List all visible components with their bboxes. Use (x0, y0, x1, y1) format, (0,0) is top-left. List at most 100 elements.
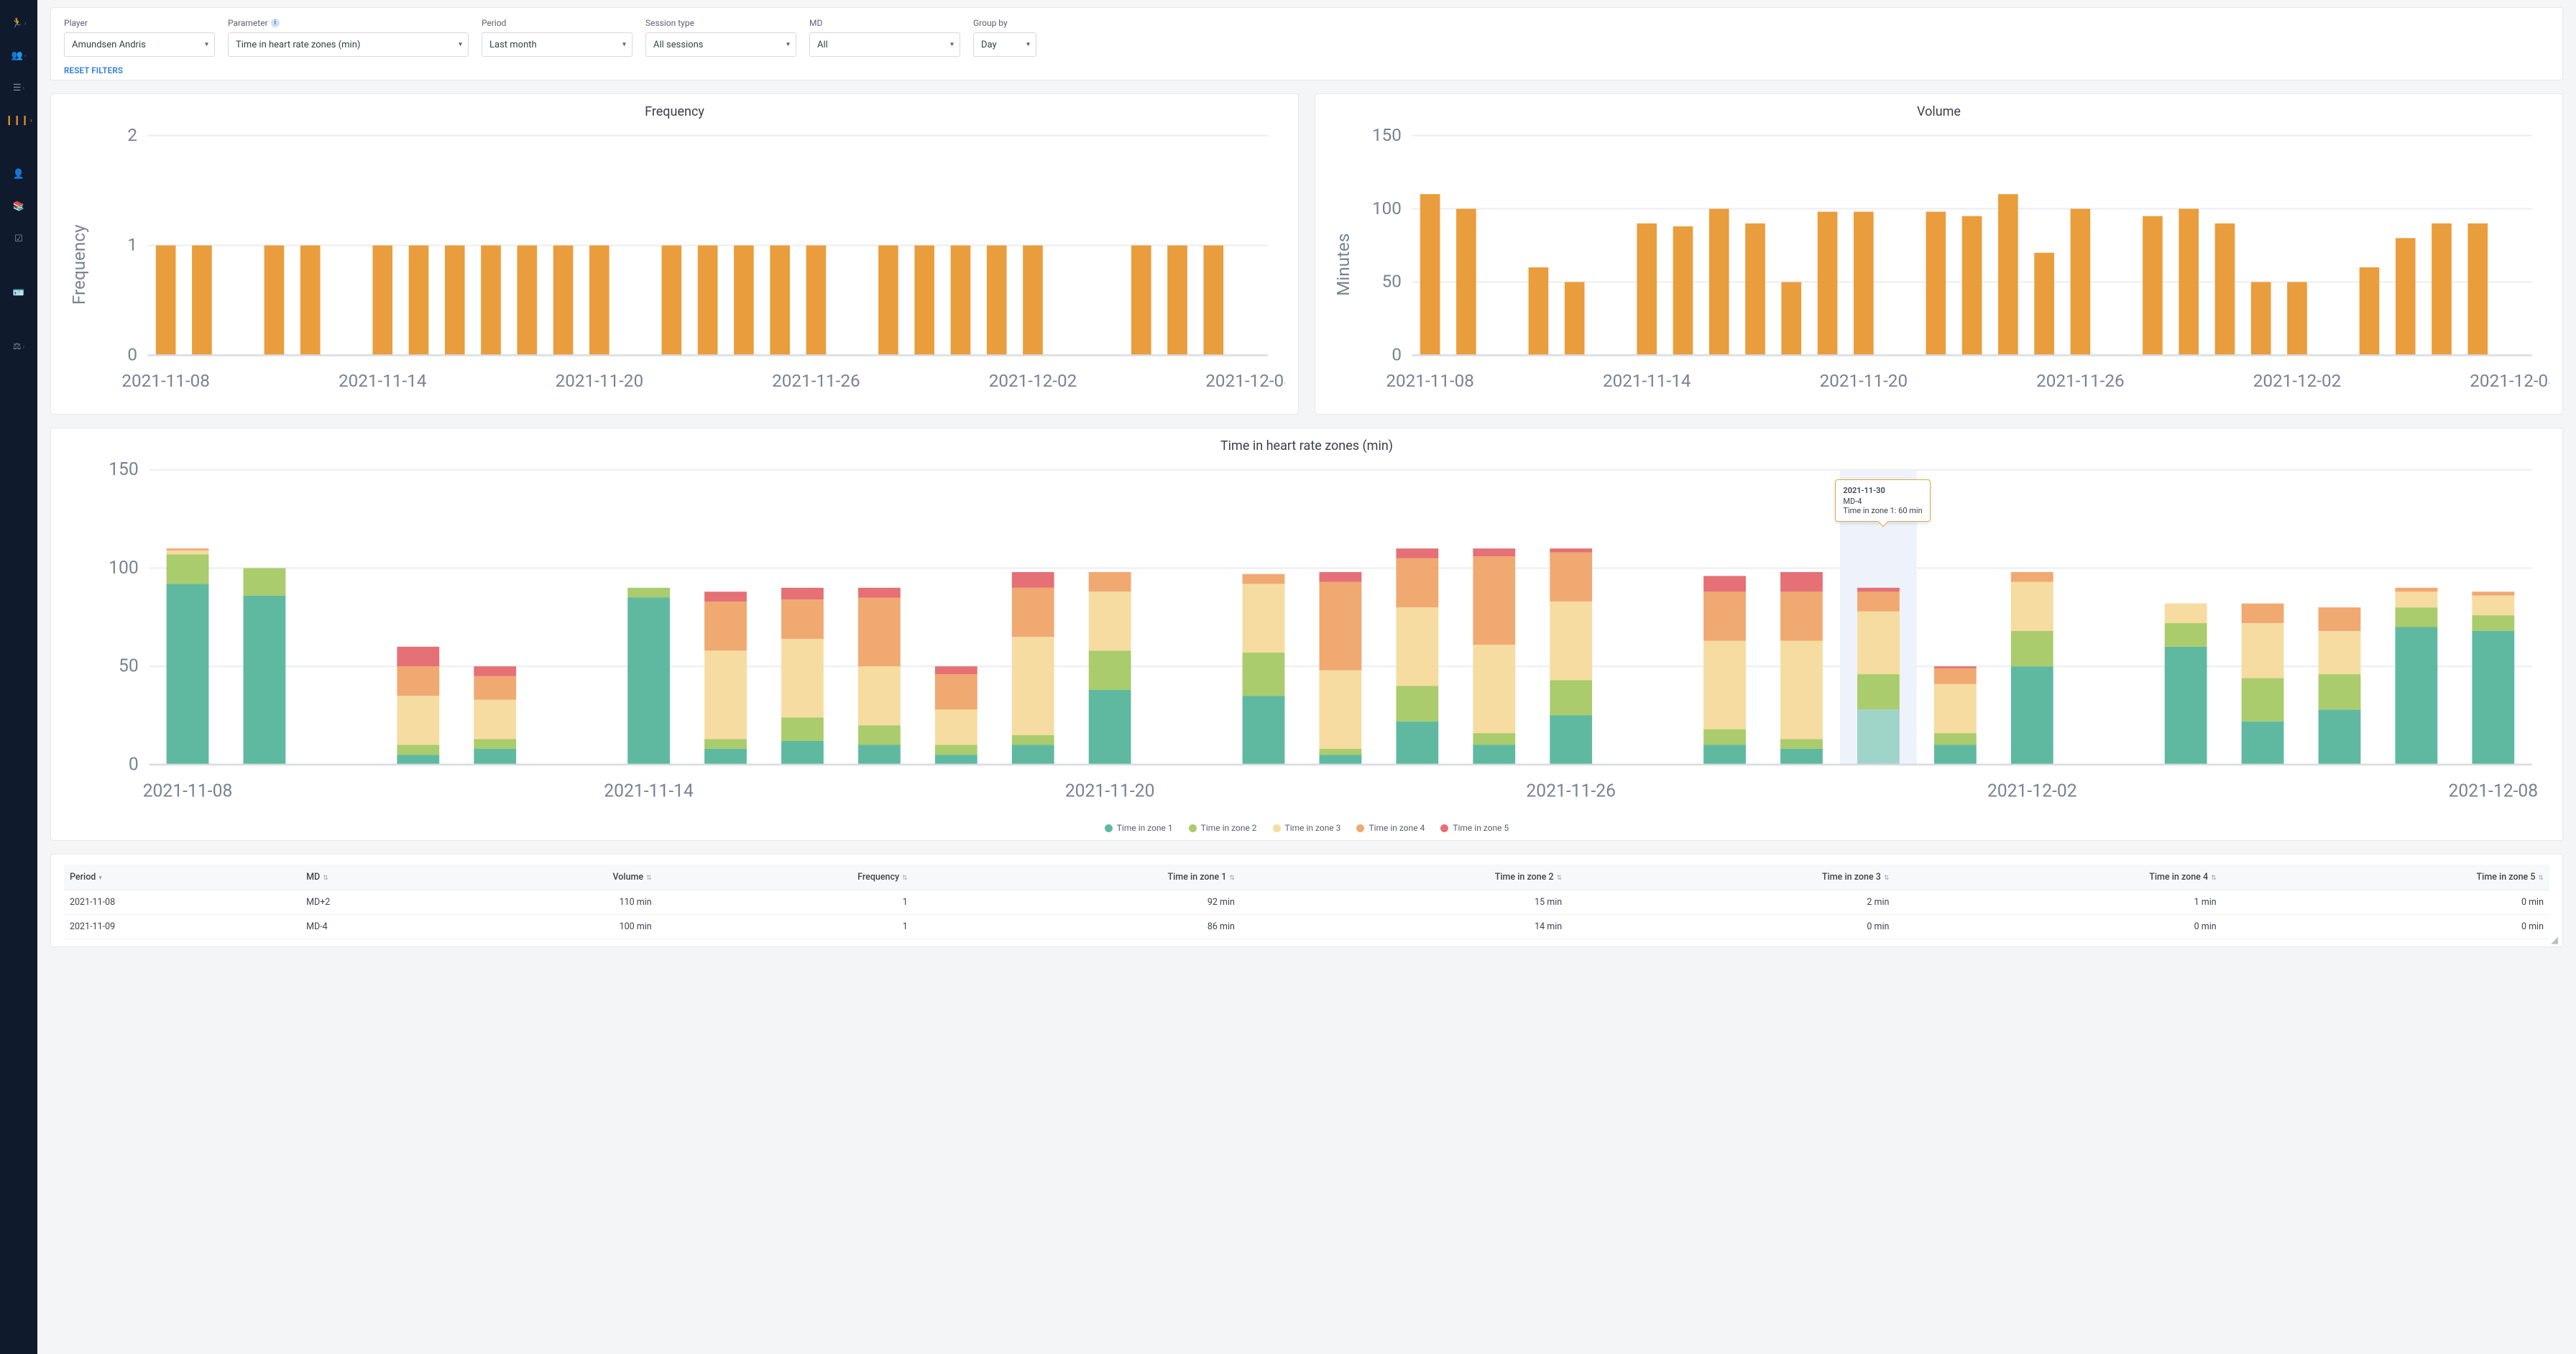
nav-library[interactable]: 📚 (0, 190, 37, 223)
svg-text:2021-12-02: 2021-12-02 (989, 370, 1077, 391)
svg-text:50: 50 (1382, 271, 1402, 292)
table-row[interactable]: 2021-11-09MD-4100 min186 min14 min0 min0… (64, 915, 2549, 939)
chart-tooltip: 2021-11-30 MD-4 Time in zone 1: 60 min (1835, 479, 1930, 522)
legend-zone-3[interactable]: Time in zone 3 (1273, 823, 1341, 833)
svg-text:2021-11-14: 2021-11-14 (1603, 370, 1691, 391)
col-time-in-zone-3[interactable]: Time in zone 3⇅ (1568, 865, 1895, 890)
svg-text:2021-11-08: 2021-11-08 (143, 781, 233, 802)
data-table: Period▾MD⇅Volume⇅Frequency⇅Time in zone … (64, 865, 2549, 939)
chevron-down-icon: ▾ (622, 41, 626, 49)
side-nav: 🏃› 👥› ☰› ❙❙❙› 👤 📚 ☑ 🪪 ⚖› (0, 0, 37, 1354)
svg-text:100: 100 (1372, 198, 1402, 218)
volume-panel: Volume 0 50 100 150 Minutes 2021-11-08 2021-11… (1315, 93, 2563, 415)
nav-id[interactable]: 🪪 (0, 277, 37, 309)
nav-analytics[interactable]: ❙❙❙› (0, 104, 37, 137)
volume-chart[interactable]: 0 50 100 150 Minutes 2021-11-08 2021-11-14 2021… (1328, 125, 2549, 404)
resize-handle-icon[interactable]: ◢ (2551, 935, 2559, 944)
col-md[interactable]: MD⇅ (300, 865, 448, 890)
nav-people[interactable]: 👥› (0, 40, 37, 72)
table-row[interactable]: 2021-11-08MD+2110 min192 min15 min2 min1… (64, 890, 2549, 915)
parameter-select[interactable]: Time in heart rate zones (min)▾ (228, 32, 469, 57)
svg-text:2: 2 (127, 125, 137, 145)
svg-text:150: 150 (109, 460, 139, 481)
data-table-panel: Period▾MD⇅Volume⇅Frequency⇅Time in zone … (50, 854, 2563, 947)
chevron-down-icon: ▾ (950, 41, 954, 49)
svg-text:2021-12-08: 2021-12-08 (2470, 370, 2549, 391)
svg-text:150: 150 (1372, 125, 1402, 145)
chevron-down-icon: ▾ (459, 41, 462, 49)
zones-panel: Time in heart rate zones (min) 0 50 100 150… (50, 428, 2563, 841)
chevron-down-icon: ▾ (786, 41, 790, 49)
sort-icon: ⇅ (1884, 875, 1890, 882)
session-type-label: Session type (645, 18, 796, 28)
info-icon[interactable]: i (271, 19, 280, 27)
svg-text:0: 0 (127, 344, 137, 365)
sort-icon: ⇅ (323, 875, 328, 882)
nav-checklist[interactable]: ☑ (0, 223, 37, 255)
sort-icon: ⇅ (1557, 875, 1563, 882)
svg-text:2021-11-26: 2021-11-26 (1526, 781, 1616, 802)
parameter-label: Parameteri (228, 18, 469, 28)
period-label: Period (482, 18, 632, 28)
sort-icon: ⇅ (646, 875, 652, 882)
col-time-in-zone-4[interactable]: Time in zone 4⇅ (1895, 865, 2222, 890)
filters-panel: Player Amundsen Andris▾ Parameteri Time … (50, 7, 2563, 80)
nav-user[interactable]: 👤 (0, 158, 37, 190)
nav-run[interactable]: 🏃› (0, 7, 37, 40)
frequency-panel: Frequency 0 1 2 Frequency 2021-11-08 2021-11-… (50, 93, 1299, 415)
group-by-label: Group by (973, 18, 1036, 28)
svg-text:1: 1 (127, 234, 137, 255)
svg-text:Minutes: Minutes (1333, 234, 1353, 296)
player-select[interactable]: Amundsen Andris▾ (64, 32, 215, 57)
svg-text:2021-11-26: 2021-11-26 (772, 370, 860, 391)
svg-text:Frequency: Frequency (68, 224, 89, 305)
svg-text:100: 100 (109, 558, 139, 579)
zones-legend: Time in zone 1 Time in zone 2 Time in zo… (64, 823, 2549, 833)
legend-zone-4[interactable]: Time in zone 4 (1356, 823, 1425, 833)
sort-icon: ⇅ (1229, 875, 1235, 882)
svg-text:2021-11-20: 2021-11-20 (1820, 370, 1908, 391)
svg-text:0: 0 (129, 755, 139, 775)
sort-icon: ⇅ (2211, 875, 2217, 882)
col-frequency[interactable]: Frequency⇅ (658, 865, 914, 890)
frequency-title: Frequency (64, 104, 1285, 119)
legend-zone-2[interactable]: Time in zone 2 (1189, 823, 1257, 833)
svg-text:2021-11-08: 2021-11-08 (1386, 370, 1474, 391)
svg-text:2021-11-14: 2021-11-14 (604, 781, 694, 802)
sort-icon: ⇅ (902, 875, 908, 882)
svg-text:2021-12-02: 2021-12-02 (2253, 370, 2342, 391)
svg-text:50: 50 (119, 656, 139, 677)
sort-icon: ▾ (98, 875, 102, 882)
zones-chart[interactable]: 0501001502021-11-082021-11-142021-11-202… (64, 459, 2549, 814)
period-select[interactable]: Last month▾ (482, 32, 632, 57)
col-period[interactable]: Period▾ (64, 865, 300, 890)
legend-zone-5[interactable]: Time in zone 5 (1440, 823, 1509, 833)
chevron-down-icon: ▾ (205, 41, 208, 49)
frequency-chart[interactable]: 0 1 2 Frequency 2021-11-08 2021-11-14 2021-11-… (64, 125, 1285, 404)
zones-title: Time in heart rate zones (min) (64, 438, 2549, 453)
sort-icon: ⇅ (2538, 875, 2544, 882)
reset-filters-button[interactable]: RESET FILTERS (64, 65, 2549, 75)
md-label: MD (809, 18, 960, 28)
col-time-in-zone-2[interactable]: Time in zone 2⇅ (1241, 865, 1568, 890)
legend-zone-1[interactable]: Time in zone 1 (1105, 823, 1173, 833)
nav-list[interactable]: ☰› (0, 72, 37, 104)
col-time-in-zone-1[interactable]: Time in zone 1⇅ (914, 865, 1241, 890)
svg-text:2021-12-08: 2021-12-08 (2449, 781, 2539, 802)
session-type-select[interactable]: All sessions▾ (645, 32, 796, 57)
svg-text:2021-11-26: 2021-11-26 (2036, 370, 2125, 391)
player-label: Player (64, 18, 215, 28)
col-volume[interactable]: Volume⇅ (448, 865, 658, 890)
md-select[interactable]: All▾ (809, 32, 960, 57)
svg-text:0: 0 (1392, 344, 1402, 365)
svg-text:2021-12-08: 2021-12-08 (1205, 370, 1285, 391)
col-time-in-zone-5[interactable]: Time in zone 5⇅ (2222, 865, 2549, 890)
svg-text:2021-11-08: 2021-11-08 (121, 370, 210, 391)
chevron-down-icon: ▾ (1026, 41, 1030, 49)
svg-text:2021-11-14: 2021-11-14 (339, 370, 427, 391)
nav-balance[interactable]: ⚖› (0, 331, 37, 363)
volume-title: Volume (1328, 104, 2549, 119)
svg-text:2021-11-20: 2021-11-20 (556, 370, 644, 391)
svg-text:2021-12-02: 2021-12-02 (1987, 781, 2077, 802)
group-by-select[interactable]: Day▾ (973, 32, 1036, 57)
